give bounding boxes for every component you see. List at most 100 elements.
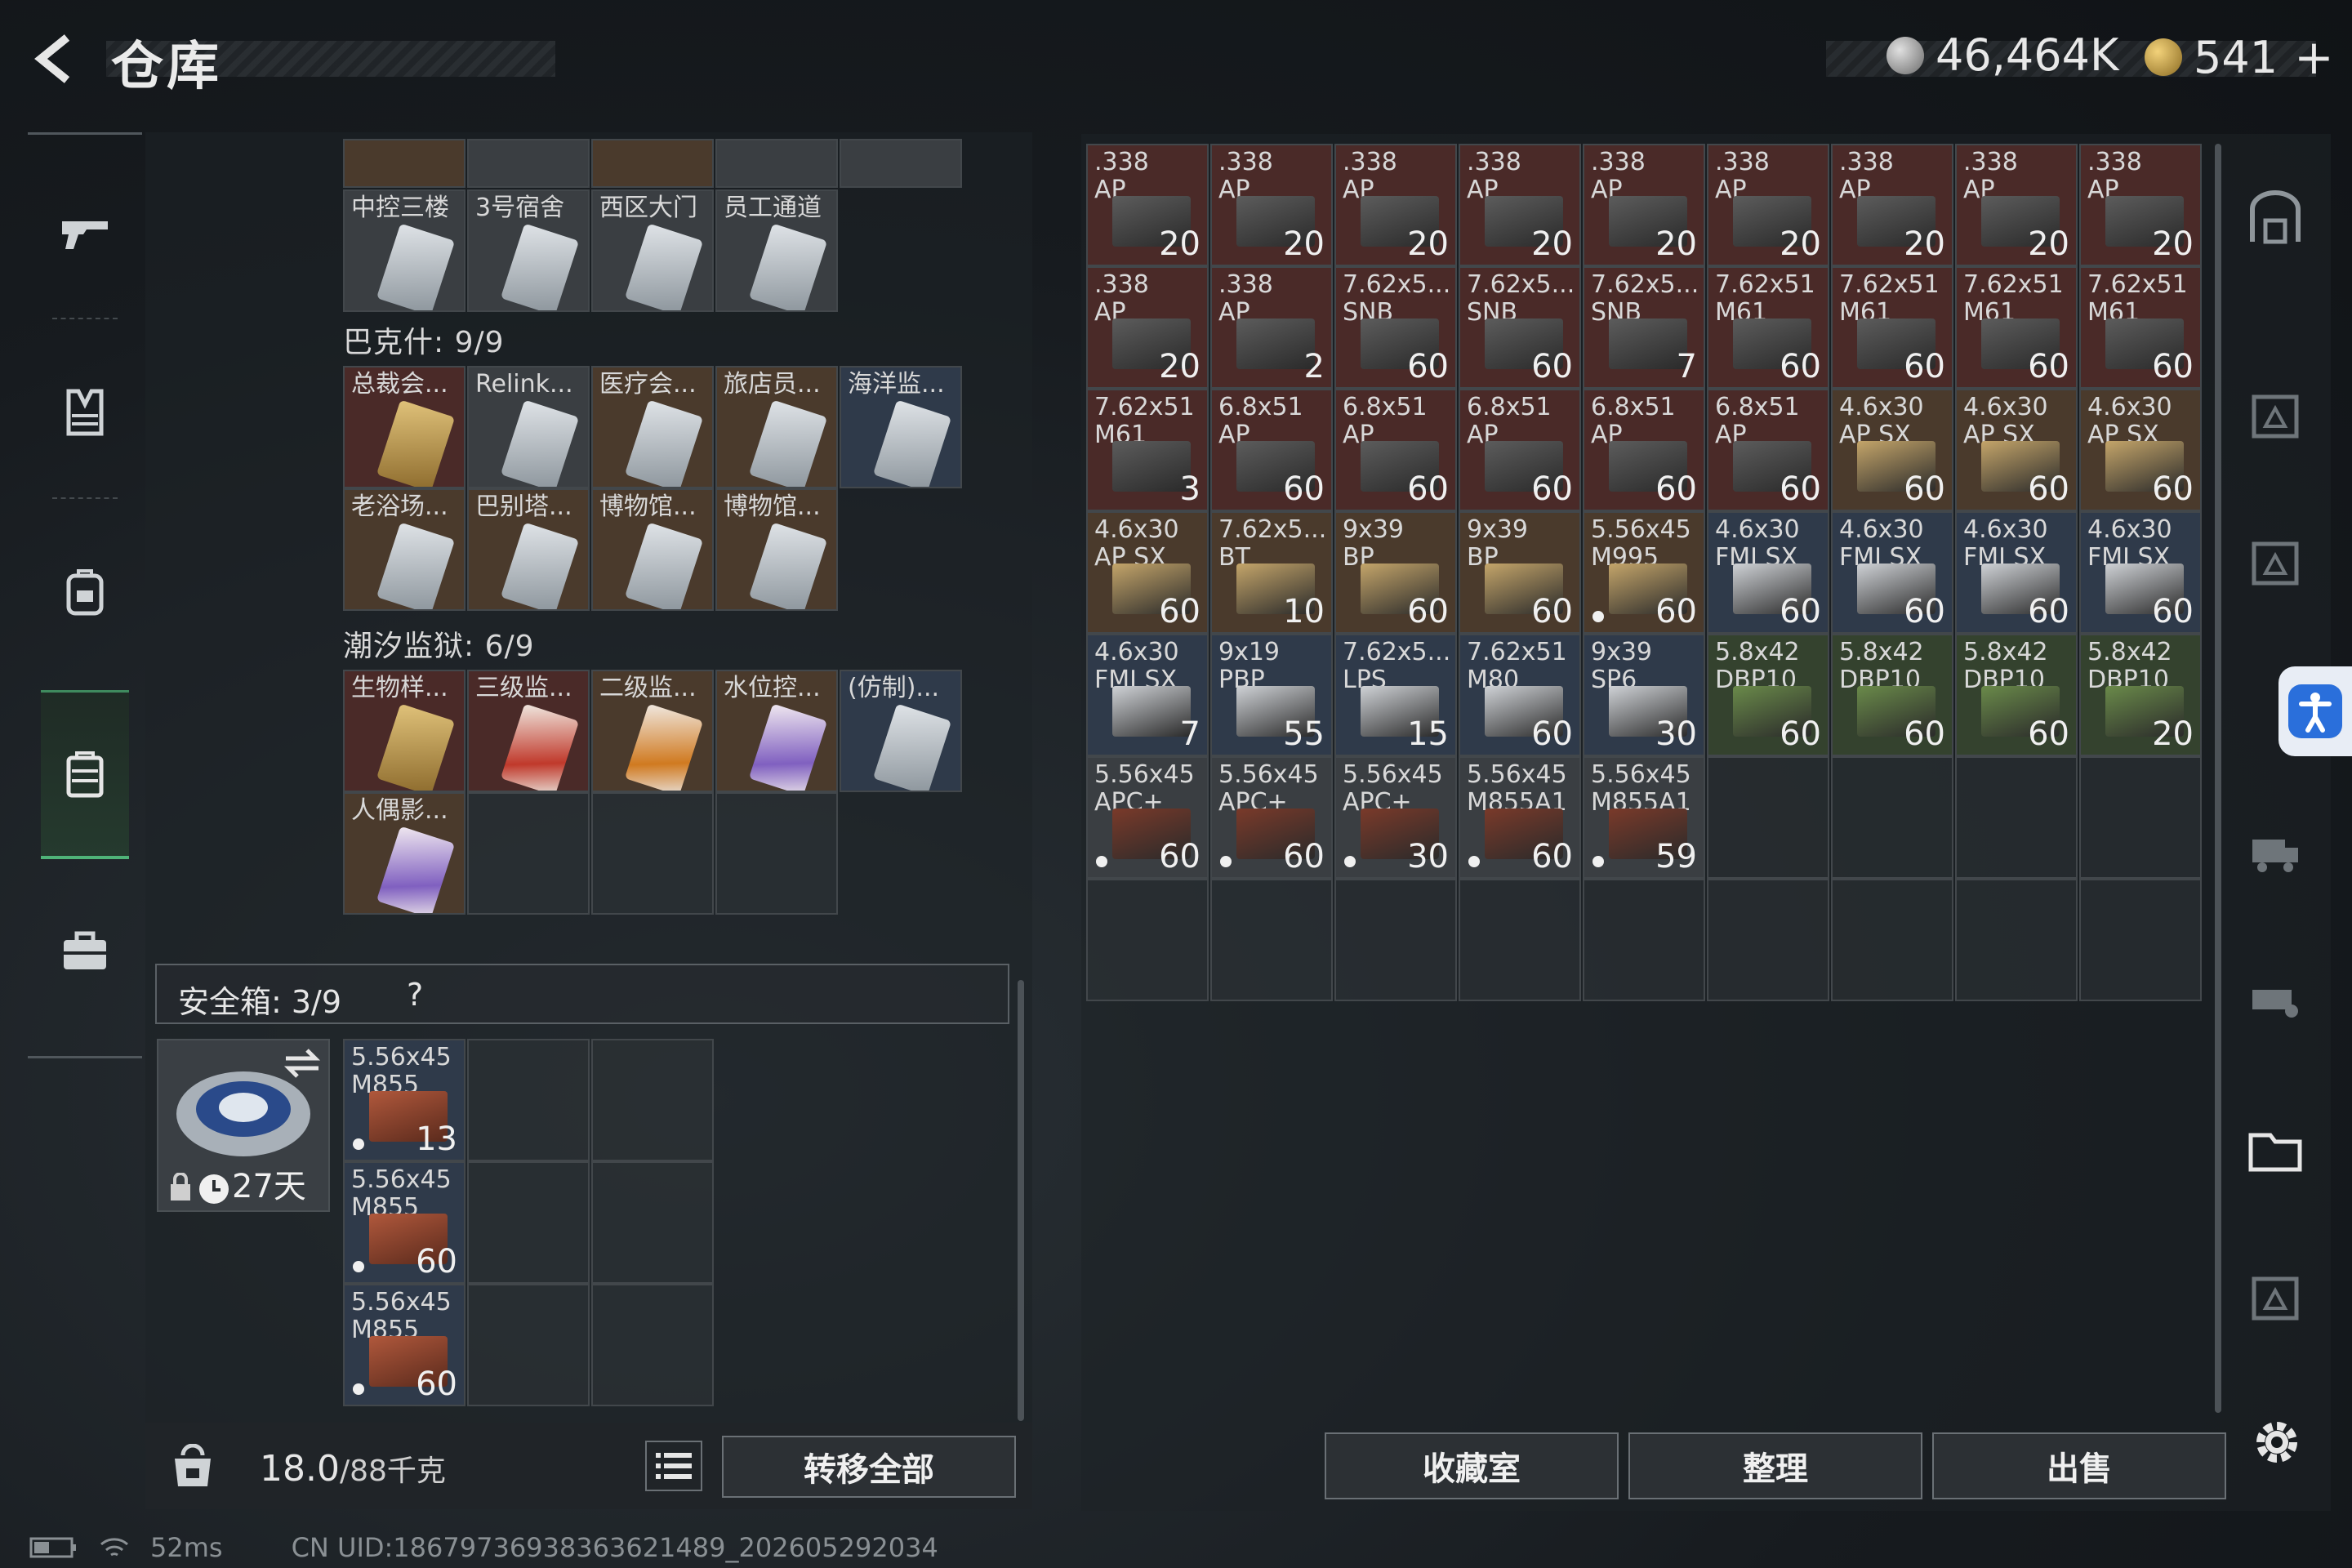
ammo-item[interactable]: .338 AP 20	[2079, 144, 2202, 266]
keycard-item[interactable]: Relink...	[467, 366, 590, 488]
nav-backpack[interactable]	[41, 510, 129, 674]
keycard-item[interactable]: 博物馆...	[591, 488, 714, 611]
keycard-item[interactable]: (仿制)...	[840, 670, 962, 792]
collection-room-button[interactable]: 收藏室	[1325, 1432, 1619, 1499]
ammo-item[interactable]: 4.6x30 AP SX 60	[1955, 389, 2078, 511]
ammo-item[interactable]: 5.8x42 DBP10 60	[1955, 634, 2078, 756]
ammo-item[interactable]: 5.8x42 DBP10 20	[2079, 634, 2202, 756]
empty-slot[interactable]	[1831, 879, 1953, 1001]
keycard-slot[interactable]	[343, 139, 466, 188]
ammo-item[interactable]: 7.62x51 M80 60	[1459, 634, 1581, 756]
keycard-slot[interactable]	[467, 139, 590, 188]
ammo-item[interactable]: .338 AP 20	[1086, 144, 1209, 266]
ammo-item[interactable]: 4.6x30 FMJ SX 60	[1707, 511, 1829, 634]
ammo-item[interactable]: 5.56x45 APC+ 30	[1334, 756, 1457, 879]
ammo-item[interactable]: .338 AP 2	[1210, 266, 1333, 389]
side-tab-gti-1[interactable]	[2241, 381, 2310, 449]
keycard-item[interactable]: 水位控...	[715, 670, 838, 792]
ammo-item[interactable]: 9x19 PBP 55	[1210, 634, 1333, 756]
empty-slot[interactable]	[467, 1039, 590, 1161]
left-scrollbar[interactable]	[1018, 980, 1024, 1421]
keycard-item[interactable]: 生物样...	[343, 670, 466, 792]
empty-slot[interactable]	[467, 792, 590, 915]
ammo-item[interactable]: .338 AP 20	[1955, 144, 2078, 266]
keycard-item[interactable]: 巴别塔...	[467, 488, 590, 611]
nav-weapons[interactable]	[41, 151, 129, 314]
empty-slot[interactable]	[591, 1161, 714, 1284]
ammo-item[interactable]: 5.8x42 DBP10 60	[1831, 634, 1953, 756]
ammo-item[interactable]: .338 AP 20	[1583, 144, 1705, 266]
keycard-item[interactable]: 三级监...	[467, 670, 590, 792]
ammo-item[interactable]: 4.6x30 AP SX 60	[1831, 389, 1953, 511]
list-view-button[interactable]	[645, 1441, 702, 1491]
ammo-item[interactable]: 4.6x30 AP SX 60	[1086, 511, 1209, 634]
empty-slot[interactable]	[2079, 879, 2202, 1001]
ammo-item[interactable]: 7.62x5... SNB 60	[1334, 266, 1457, 389]
empty-slot[interactable]	[1583, 879, 1705, 1001]
keycard-item[interactable]: 博物馆...	[715, 488, 838, 611]
ammo-item[interactable]: 6.8x51 AP 60	[1583, 389, 1705, 511]
keycard-item[interactable]: 3号宿舍	[467, 189, 590, 312]
side-tab-gti-2[interactable]	[2241, 817, 2310, 885]
ammo-item[interactable]: 4.6x30 FMJ SX 60	[1955, 511, 2078, 634]
empty-slot[interactable]	[1334, 879, 1457, 1001]
side-tab-stash[interactable]	[2241, 185, 2310, 253]
ammo-item[interactable]: 7.62x51 M61 60	[1955, 266, 2078, 389]
ammo-item[interactable]: 9x39 BP 60	[1334, 511, 1457, 634]
accessibility-button[interactable]	[2278, 666, 2352, 756]
ammo-item[interactable]: 5.56x45 M855A1 59	[1583, 756, 1705, 879]
keycard-slot[interactable]	[591, 139, 714, 188]
ammo-item[interactable]: 7.62x5... SNB 7	[1583, 266, 1705, 389]
side-tab-gti-3[interactable]	[2241, 964, 2310, 1032]
ammo-item[interactable]: 6.8x51 AP 60	[1459, 389, 1581, 511]
keycard-slot[interactable]	[840, 139, 962, 188]
empty-slot[interactable]	[2079, 756, 2202, 879]
ammo-item[interactable]: 9x39 BP 60	[1459, 511, 1581, 634]
back-button[interactable]	[23, 26, 88, 91]
empty-slot[interactable]	[1707, 756, 1829, 879]
keycard-item[interactable]: 海洋监...	[840, 366, 962, 488]
ammo-item[interactable]: 5.56x45 M995 60	[1583, 511, 1705, 634]
keycard-slot[interactable]	[715, 139, 838, 188]
keycard-item[interactable]: 西区大门	[591, 189, 714, 312]
empty-slot[interactable]	[715, 792, 838, 915]
empty-slot[interactable]	[591, 792, 714, 915]
ammo-item[interactable]: .338 AP 20	[1334, 144, 1457, 266]
ammo-item[interactable]: .338 AP 20	[1831, 144, 1953, 266]
ammo-item[interactable]: .338 AP 20	[1459, 144, 1581, 266]
ammo-item[interactable]: 7.62x5... SNB 60	[1459, 266, 1581, 389]
ammo-item[interactable]: 5.8x42 DBP10 60	[1707, 634, 1829, 756]
ammo-item[interactable]: 7.62x51 M61 60	[2079, 266, 2202, 389]
keycard-item[interactable]: 总裁会...	[343, 366, 466, 488]
keycard-item[interactable]: 旅店员...	[715, 366, 838, 488]
ammo-item[interactable]: .338 AP 20	[1086, 266, 1209, 389]
ammo-item[interactable]: 5.56x45 M855 60	[343, 1161, 466, 1284]
ammo-item[interactable]: 5.56x45 APC+ 60	[1210, 756, 1333, 879]
empty-slot[interactable]	[591, 1284, 714, 1406]
ammo-item[interactable]: 6.8x51 AP 60	[1334, 389, 1457, 511]
ammo-item[interactable]: 6.8x51 AP 60	[1707, 389, 1829, 511]
ammo-item[interactable]: 5.56x45 M855A1 60	[1459, 756, 1581, 879]
ammo-item[interactable]: 4.6x30 FMJ SX 7	[1086, 634, 1209, 756]
ammo-item[interactable]: 5.56x45 APC+ 60	[1086, 756, 1209, 879]
ammo-item[interactable]: 4.6x30 AP SX 60	[2079, 389, 2202, 511]
ammo-item[interactable]: .338 AP 20	[1210, 144, 1333, 266]
empty-slot[interactable]	[1955, 756, 2078, 879]
keycard-item[interactable]: 医疗会...	[591, 366, 714, 488]
ammo-item[interactable]: 7.62x51 M61 60	[1831, 266, 1953, 389]
ammo-item[interactable]: 7.62x51 M61 3	[1086, 389, 1209, 511]
nav-briefcase[interactable]	[41, 870, 129, 1033]
stash-scrollbar[interactable]	[2215, 144, 2221, 1413]
ammo-item[interactable]: 4.6x30 FMJ SX 60	[2079, 511, 2202, 634]
sell-button[interactable]: 出售	[1932, 1432, 2226, 1499]
empty-slot[interactable]	[467, 1284, 590, 1406]
empty-slot[interactable]	[1086, 879, 1209, 1001]
safe-box-container[interactable]: 27天	[157, 1039, 330, 1212]
empty-slot[interactable]	[591, 1039, 714, 1161]
safe-box-help-button[interactable]: ?	[407, 977, 423, 1013]
side-tab-iv-3[interactable]	[2241, 1263, 2310, 1331]
keycard-item[interactable]: 中控三楼	[343, 189, 466, 312]
empty-slot[interactable]	[1459, 879, 1581, 1001]
ammo-item[interactable]: 9x39 SP6 30	[1583, 634, 1705, 756]
ammo-item[interactable]: 5.56x45 M855 13	[343, 1039, 466, 1161]
